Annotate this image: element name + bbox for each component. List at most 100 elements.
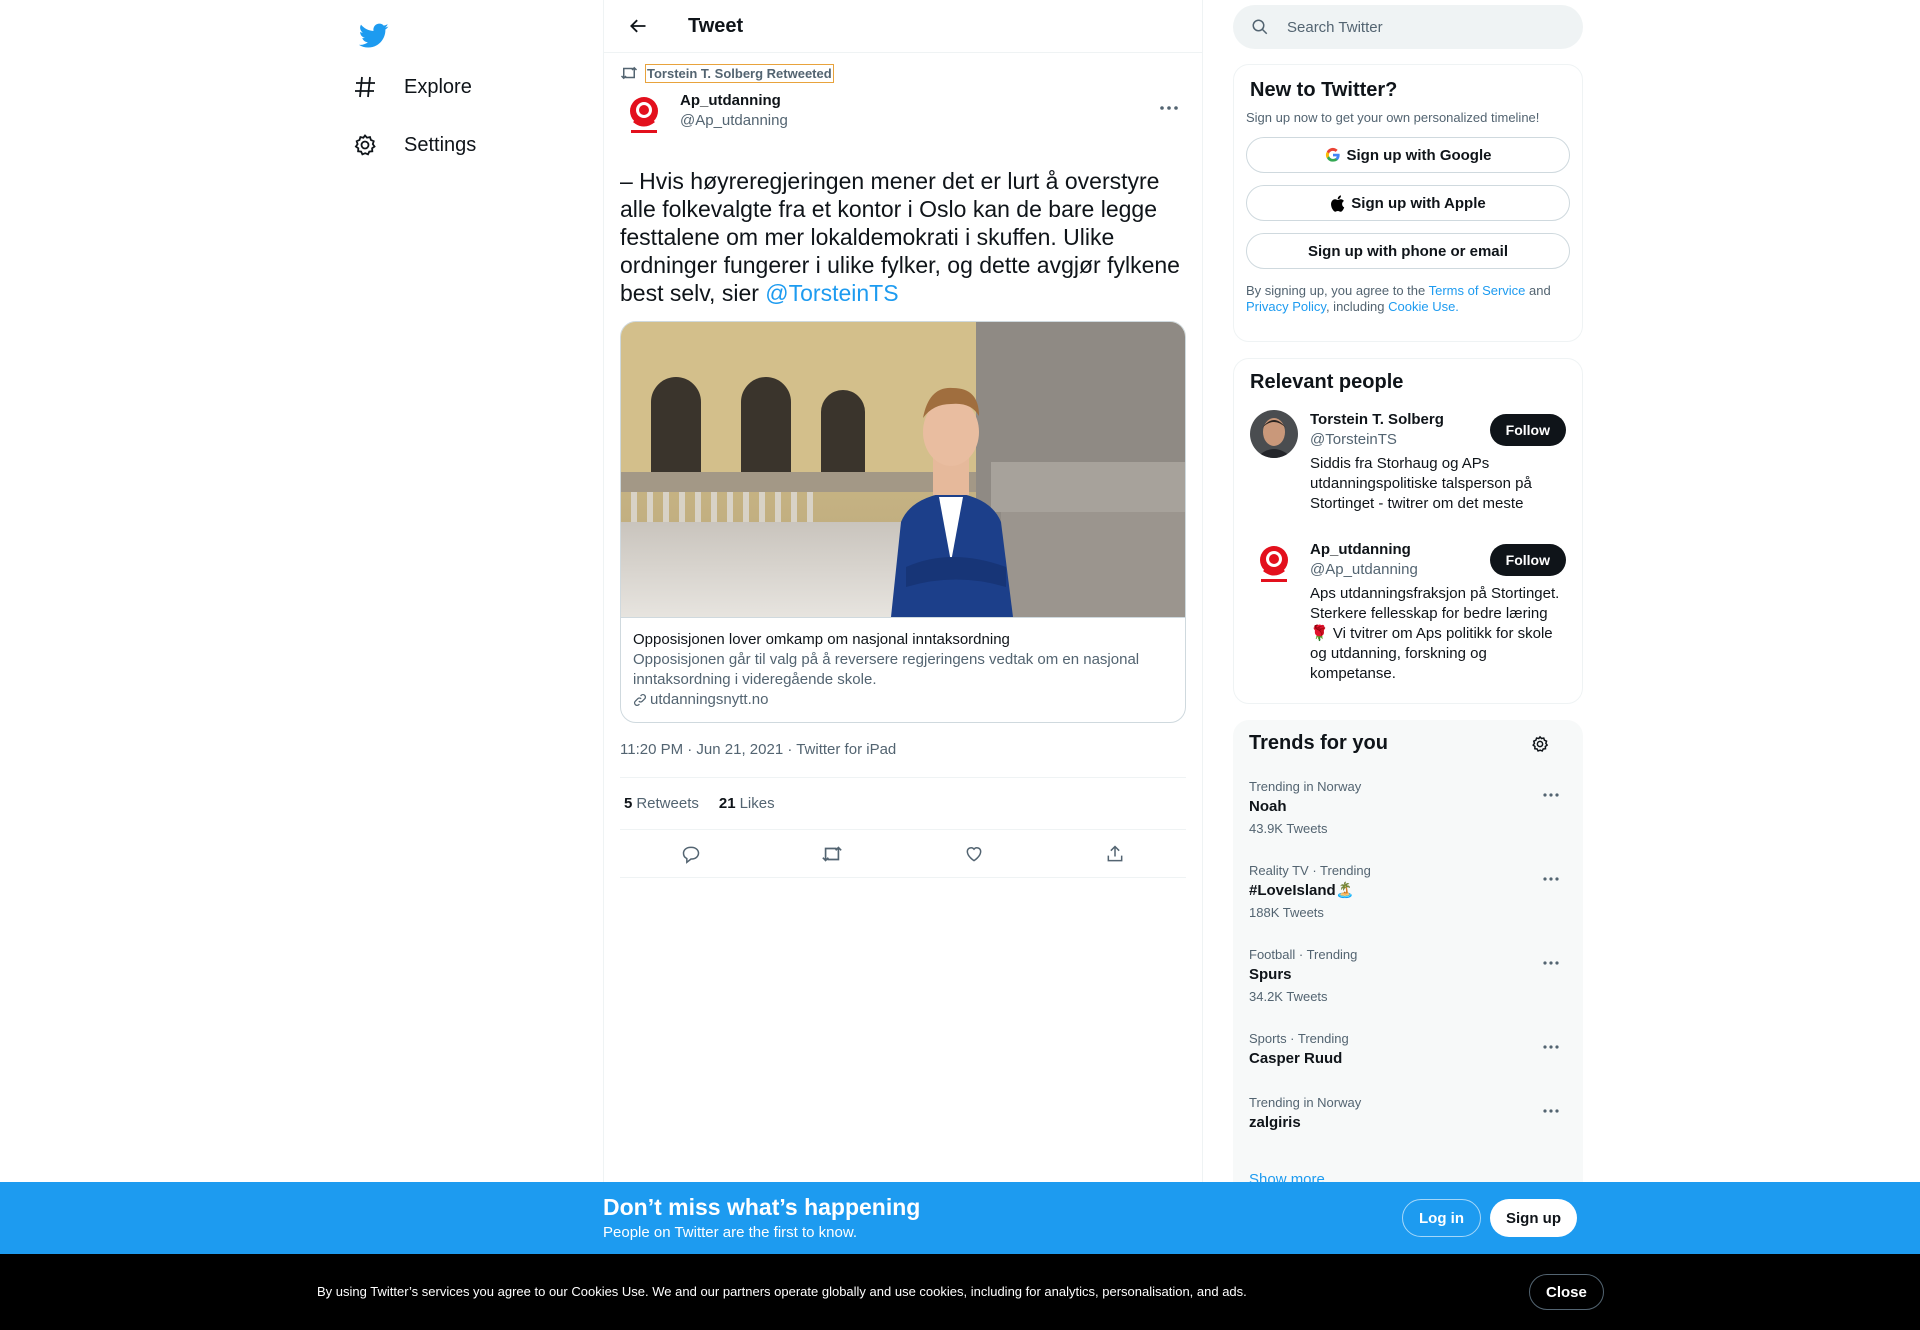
trend-count: 43.9K Tweets [1249, 821, 1328, 836]
trend-item[interactable]: Reality TV · Trending #LoveIsland🏝️ 188K… [1233, 863, 1583, 921]
gear-icon [350, 130, 380, 160]
follow-button[interactable]: Follow [1489, 544, 1566, 576]
likes-stat[interactable]: 21 Likes [719, 795, 775, 812]
new-to-twitter-title: New to Twitter? [1250, 79, 1398, 101]
card-domain-text: utdanningsnytt.no [650, 691, 769, 708]
more-options-icon[interactable] [1537, 1097, 1565, 1125]
search-bar[interactable] [1233, 5, 1583, 49]
nav-settings-label: Settings [404, 133, 477, 156]
right-sidebar: New to Twitter? Sign up now to get your … [1233, 0, 1583, 1200]
terms-prefix: By signing up, you agree to the [1246, 283, 1429, 298]
nav-explore[interactable]: Explore [350, 63, 472, 111]
trend-count: 188K Tweets [1249, 905, 1324, 920]
tweet: Torstein T. Solberg Retweeted Ap_utdanni… [604, 63, 1202, 878]
retweets-stat[interactable]: 5 Retweets [624, 795, 699, 812]
signup-apple-label: Sign up with Apple [1351, 194, 1486, 212]
likes-label: Likes [739, 795, 775, 812]
new-to-twitter-box: New to Twitter? Sign up now to get your … [1233, 64, 1583, 342]
retweets-count: 5 [624, 795, 633, 812]
trends-header: Trends for you [1233, 732, 1583, 755]
more-options-icon[interactable] [1537, 865, 1565, 893]
trend-name: #LoveIsland🏝️ [1249, 882, 1355, 899]
trend-count: 34.2K Tweets [1249, 989, 1328, 1004]
more-options-icon[interactable] [1537, 1033, 1565, 1061]
avatar[interactable] [620, 91, 668, 139]
signup-button[interactable]: Sign up [1490, 1199, 1577, 1237]
tweet-author: Ap_utdanning @Ap_utdanning [620, 91, 1186, 139]
more-options-icon[interactable] [1537, 781, 1565, 809]
header: Tweet [604, 0, 1202, 53]
follow-button[interactable]: Follow [1489, 414, 1566, 446]
retweets-label: Retweets [636, 795, 699, 812]
terms-and: and [1525, 283, 1551, 298]
trend-context: Reality TV · Trending [1249, 863, 1371, 878]
terms-of-service-link[interactable]: Terms of Service [1429, 283, 1526, 298]
author-names: Ap_utdanning @Ap_utdanning [680, 91, 788, 131]
card-image [621, 322, 1185, 617]
signup-phone-label: Sign up with phone or email [1307, 242, 1508, 260]
trend-item[interactable]: Football · Trending Spurs 34.2K Tweets [1233, 947, 1583, 1005]
trend-item[interactable]: Trending in Norway Noah 43.9K Tweets [1233, 779, 1583, 837]
retweeted-by-label[interactable]: Torstein T. Solberg Retweeted [645, 63, 834, 83]
signup-apple-button[interactable]: Sign up with Apple [1246, 185, 1570, 221]
card-body: Opposisjonen lover omkamp om nasjonal in… [621, 617, 1185, 722]
privacy-policy-link[interactable]: Privacy Policy [1246, 299, 1326, 314]
card-title: Opposisjonen lover omkamp om nasjonal in… [633, 631, 1010, 648]
likes-count: 21 [718, 795, 736, 812]
retweet-context: Torstein T. Solberg Retweeted [620, 63, 1186, 83]
apple-icon [1330, 194, 1345, 212]
signup-phone-button[interactable]: Sign up with phone or email [1246, 233, 1570, 269]
tweet-text: – Hvis høyreregjeringen mener det er lur… [620, 167, 1186, 307]
tweet-actions [620, 830, 1186, 878]
retweet-icon [620, 65, 638, 81]
trend-name: zalgiris [1249, 1114, 1301, 1131]
trend-item[interactable]: Trending in Norway zalgiris [1233, 1095, 1583, 1133]
cookie-use-link[interactable]: Cookie Use. [1388, 299, 1459, 314]
relevant-person[interactable]: Ap_utdanning @Ap_utdanning Aps utdanning… [1250, 540, 1566, 684]
avatar[interactable] [1250, 410, 1298, 458]
signup-google-button[interactable]: Sign up with Google [1246, 137, 1570, 173]
mention-link[interactable]: @TorsteinTS [765, 280, 898, 306]
share-icon[interactable] [1097, 836, 1133, 872]
trend-context: Trending in Norway [1249, 779, 1362, 794]
relevant-person[interactable]: Torstein T. Solberg @TorsteinTS Siddis f… [1250, 410, 1566, 514]
more-options-icon[interactable] [1537, 949, 1565, 977]
retweet-icon[interactable] [814, 836, 850, 872]
trends-title: Trends for you [1249, 732, 1388, 754]
new-to-twitter-subtitle: Sign up now to get your own personalized… [1246, 110, 1540, 125]
like-icon[interactable] [956, 836, 992, 872]
author-display-name[interactable]: Ap_utdanning [680, 91, 788, 111]
gear-icon[interactable] [1531, 735, 1549, 753]
cookie-banner: By using Twitter’s services you agree to… [0, 1254, 1920, 1330]
search-input[interactable] [1287, 18, 1547, 36]
nav-settings[interactable]: Settings [350, 121, 476, 169]
card-domain: utdanningsnytt.no [633, 690, 1173, 710]
twitter-logo-icon[interactable] [350, 12, 398, 60]
avatar[interactable] [1250, 540, 1298, 588]
reply-icon[interactable] [673, 836, 709, 872]
main-column: Tweet Torstein T. Solberg Retweeted Ap_u… [603, 0, 1203, 1330]
close-button[interactable]: Close [1529, 1274, 1604, 1310]
back-arrow-icon[interactable] [620, 8, 656, 44]
trend-item[interactable]: Sports · Trending Casper Ruud [1233, 1031, 1583, 1069]
trend-context: Sports · Trending [1249, 1031, 1349, 1046]
trends-box: Trends for you Trending in Norway Noah 4… [1233, 720, 1583, 1200]
login-button[interactable]: Log in [1402, 1199, 1481, 1237]
trend-name: Spurs [1249, 966, 1292, 983]
hashtag-icon [350, 72, 380, 102]
page-title: Tweet [688, 14, 744, 37]
tweet-body: – Hvis høyreregjeringen mener det er lur… [620, 168, 1180, 306]
signup-banner: Don’t miss what’s happening People on Tw… [0, 1182, 1920, 1254]
person-bio: Siddis fra Storhaug og APs utdanningspol… [1310, 455, 1532, 512]
tweet-timestamp[interactable]: 11:20 PM · Jun 21, 2021 · Twitter for iP… [620, 741, 1186, 761]
google-icon [1325, 147, 1341, 163]
terms-including: , including [1325, 299, 1389, 314]
person-bio: Aps utdanningsfraksjon på Stortinget. St… [1310, 585, 1560, 682]
author-handle[interactable]: @Ap_utdanning [680, 111, 788, 131]
link-card[interactable]: Opposisjonen lover omkamp om nasjonal in… [620, 321, 1186, 723]
signup-google-label: Sign up with Google [1346, 146, 1492, 164]
card-description: Opposisjonen går til valg på å reversere… [633, 651, 1140, 688]
trend-context: Football · Trending [1249, 947, 1358, 962]
more-options-icon[interactable] [1152, 91, 1186, 125]
search-icon [1251, 18, 1269, 36]
